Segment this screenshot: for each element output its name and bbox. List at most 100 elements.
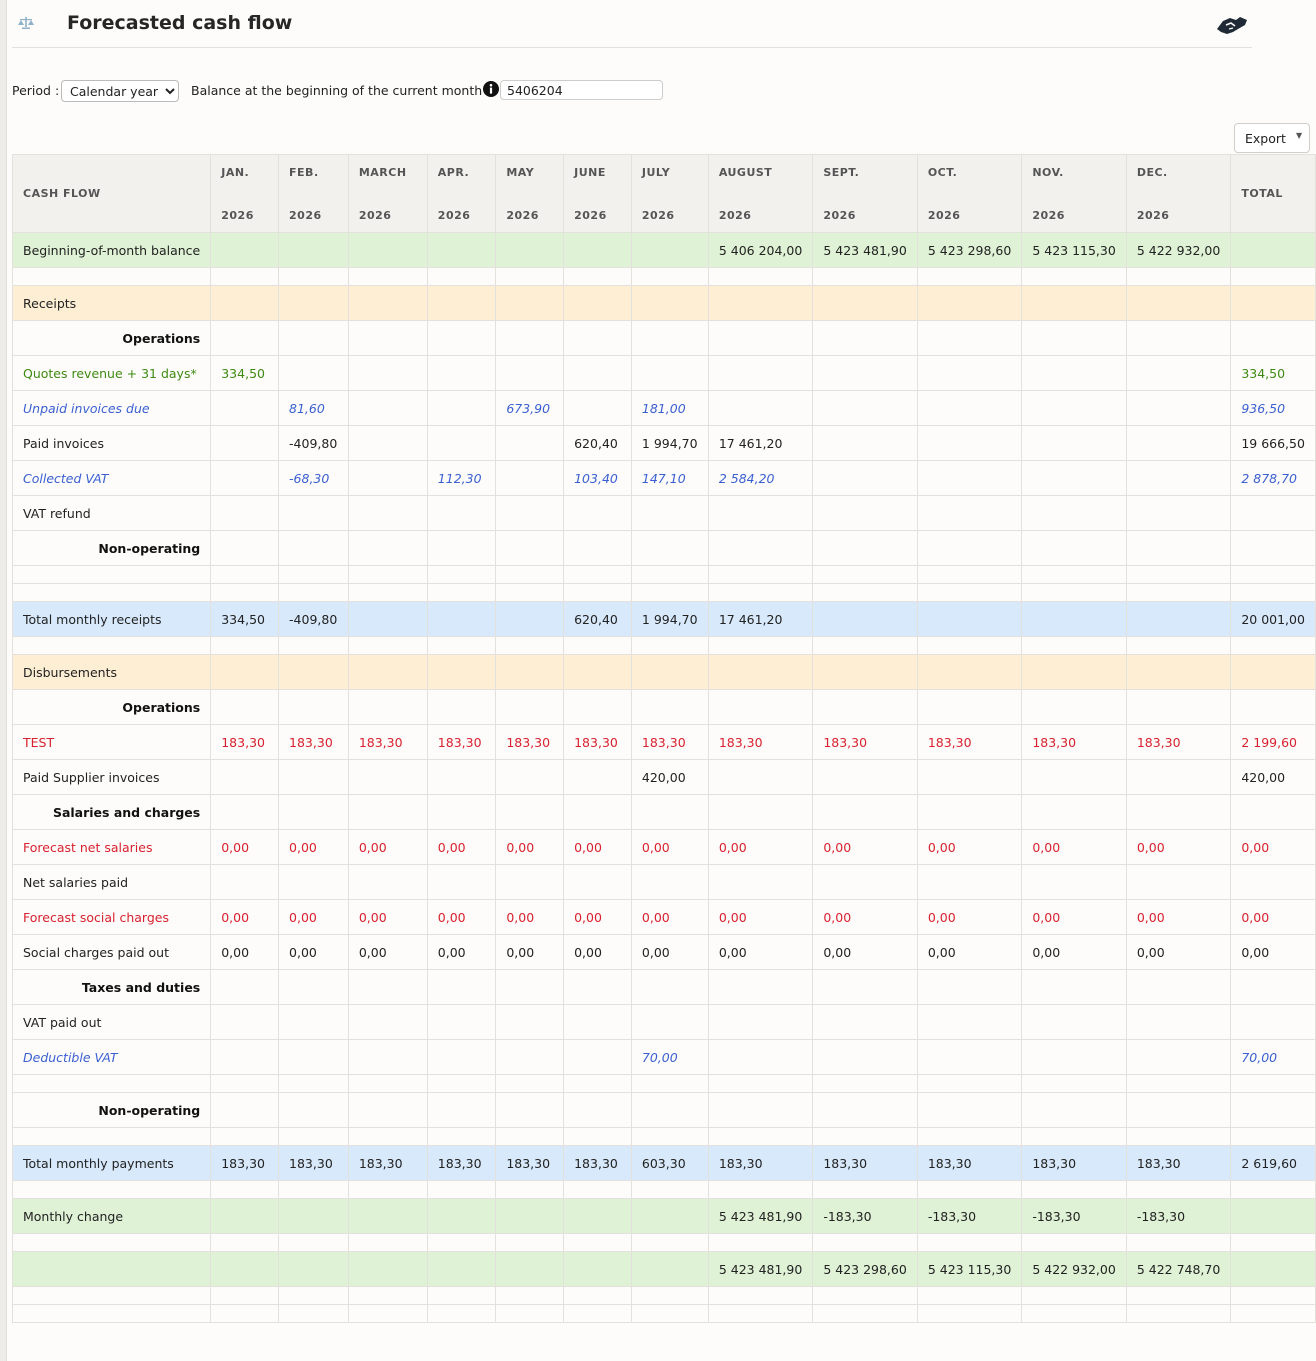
value-cell: [630, 285, 709, 321]
value-cell: [1021, 654, 1127, 690]
section-row: Salaries and charges: [11, 794, 1316, 830]
value-cell: [1021, 794, 1127, 830]
table-row: Disbursements: [11, 654, 1316, 690]
balance-input[interactable]: [500, 80, 663, 100]
info-icon[interactable]: [483, 81, 499, 97]
spacer-cell: [812, 565, 918, 584]
row-label: Disbursements: [11, 654, 212, 690]
value-cell: [563, 759, 632, 795]
spacer-cell: [1125, 1127, 1232, 1146]
value-cell: [347, 320, 428, 356]
month-label: JUNE: [574, 166, 606, 179]
value-cell: [1125, 320, 1232, 356]
value-cell: [426, 1198, 497, 1234]
value-cell: [426, 1004, 497, 1040]
value-cell: [707, 654, 814, 690]
total-cell: 2 878,70: [1230, 460, 1316, 496]
value-cell: 0,00: [707, 934, 814, 970]
spacer-cell: [707, 267, 814, 286]
total-cell: [1230, 1004, 1316, 1040]
spacer-cell: [347, 1180, 428, 1199]
value-cell: [347, 794, 428, 830]
value-cell: 183,30: [812, 724, 918, 760]
spacer-cell: [630, 583, 709, 602]
spacer-row: [11, 1304, 1316, 1323]
value-cell: [812, 689, 918, 725]
spacer-cell: [916, 583, 1023, 602]
value-cell: [563, 654, 632, 690]
value-cell: [278, 1039, 349, 1075]
value-cell: 620,40: [563, 425, 632, 461]
month-label: NOV.: [1032, 166, 1064, 179]
value-cell: [278, 355, 349, 391]
value-cell: 0,00: [495, 899, 565, 935]
row-label: Monthly change: [11, 1198, 212, 1234]
value-cell: [563, 1198, 632, 1234]
value-cell: [1021, 759, 1127, 795]
value-cell: 0,00: [1125, 934, 1232, 970]
spacer-cell: [278, 636, 349, 655]
value-cell: [210, 794, 280, 830]
value-cell: [916, 460, 1023, 496]
export-button[interactable]: Export ▼: [1234, 123, 1310, 153]
spacer-row: [11, 583, 1316, 602]
value-cell: [812, 460, 918, 496]
value-cell: [563, 530, 632, 566]
spacer-cell: [278, 1286, 349, 1305]
value-cell: 183,30: [495, 724, 565, 760]
value-cell: 0,00: [278, 829, 349, 865]
value-cell: 0,00: [1021, 934, 1127, 970]
spacer-cell: [630, 1127, 709, 1146]
section-label: Taxes and duties: [11, 969, 212, 1005]
spacer-cell: [426, 636, 497, 655]
spacer-cell: [630, 565, 709, 584]
spacer-cell: [1230, 1286, 1316, 1305]
total-cell: [1230, 969, 1316, 1005]
value-cell: [707, 355, 814, 391]
spacer-cell: [707, 1286, 814, 1305]
table-row: Unpaid invoices due 81,60 673,90 181,00 936,…: [11, 390, 1316, 426]
value-cell: -183,30: [812, 1198, 918, 1234]
section-label: Non-operating: [11, 530, 212, 566]
total-cell: [1230, 320, 1316, 356]
value-cell: [426, 530, 497, 566]
value-cell: 334,50: [210, 601, 280, 637]
row-label: Total monthly receipts: [11, 601, 212, 637]
year-label: 2026: [289, 209, 322, 222]
total-cell: [1230, 654, 1316, 690]
table-row: Receipts: [11, 285, 1316, 321]
value-cell: -409,80: [278, 601, 349, 637]
value-cell: -183,30: [1125, 1198, 1232, 1234]
section-row: Taxes and duties: [11, 969, 1316, 1005]
balance-label: Balance at the beginning of the current …: [191, 83, 491, 98]
year-label: 2026: [221, 209, 254, 222]
value-cell: [563, 390, 632, 426]
value-cell: [278, 969, 349, 1005]
value-cell: [278, 1004, 349, 1040]
spacer-cell: [210, 1304, 280, 1323]
value-cell: [210, 864, 280, 900]
export-label: Export: [1245, 131, 1286, 146]
spacer-cell: [1021, 1127, 1127, 1146]
value-cell: 1 994,70: [630, 601, 709, 637]
value-cell: 2 584,20: [707, 460, 814, 496]
value-cell: [347, 232, 428, 268]
value-cell: 183,30: [563, 724, 632, 760]
spacer-row: [11, 1286, 1316, 1305]
value-cell: 181,00: [630, 390, 709, 426]
value-cell: [210, 689, 280, 725]
value-cell: 70,00: [630, 1039, 709, 1075]
spacer-cell: [278, 1127, 349, 1146]
period-select[interactable]: Calendar year: [61, 80, 179, 102]
section-label: Salaries and charges: [11, 794, 212, 830]
column-header-month: NOV. 2026: [1021, 154, 1127, 233]
value-cell: 112,30: [426, 460, 497, 496]
value-cell: [210, 759, 280, 795]
value-cell: [210, 390, 280, 426]
value-cell: [1021, 689, 1127, 725]
value-cell: [916, 390, 1023, 426]
value-cell: [1021, 355, 1127, 391]
value-cell: [347, 1039, 428, 1075]
value-cell: -68,30: [278, 460, 349, 496]
spacer-cell: [916, 1233, 1023, 1252]
